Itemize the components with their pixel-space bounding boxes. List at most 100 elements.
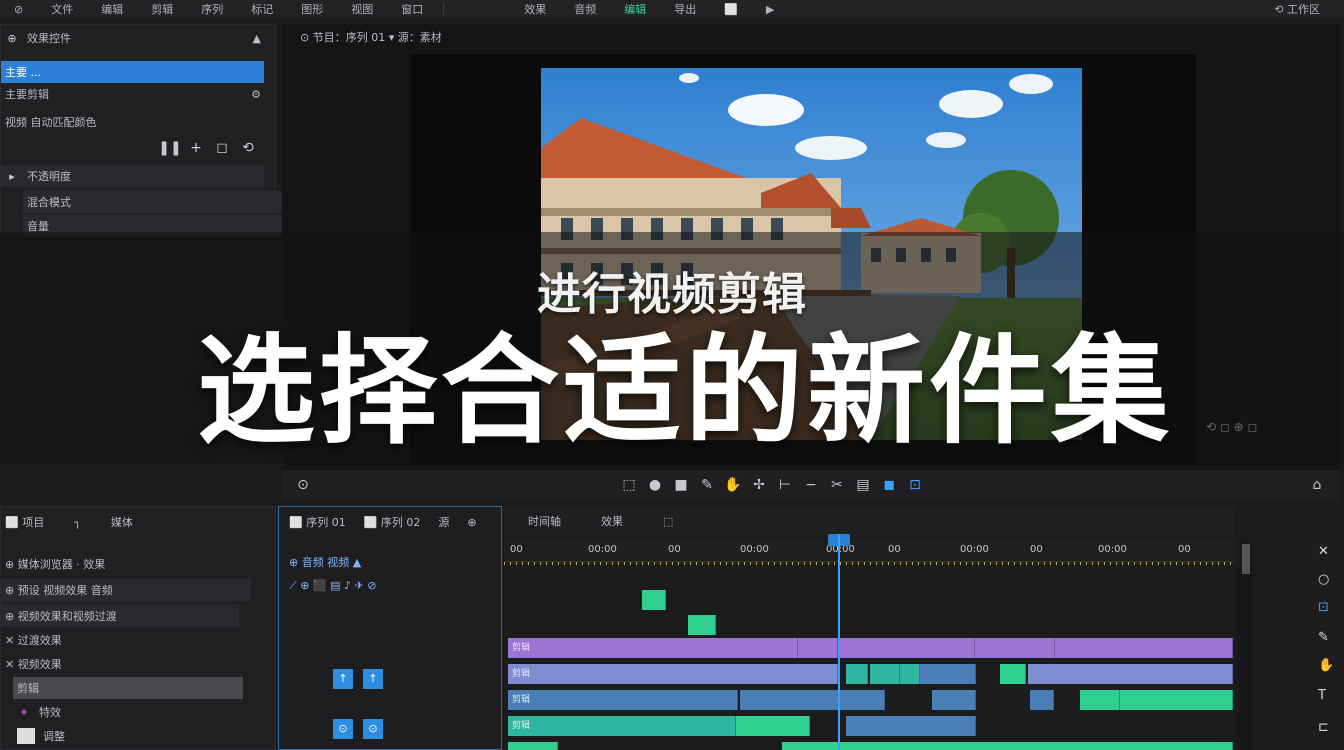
menu-item[interactable]: 图形 (287, 1, 337, 17)
collapse-icon[interactable]: ▲ (253, 32, 261, 45)
clip[interactable] (1028, 664, 1233, 684)
menu-item[interactable]: 效果 (510, 1, 560, 17)
clip[interactable] (920, 664, 976, 684)
pin-icon[interactable]: ✢ (746, 477, 772, 493)
workspace-menu[interactable]: ⟲ 工作区 (1260, 1, 1334, 17)
clip[interactable] (975, 638, 1055, 658)
tab-source[interactable]: 源 (438, 514, 449, 530)
stop-icon[interactable]: ◻ (209, 140, 235, 156)
list-item[interactable]: 调整 (13, 725, 287, 747)
menu-item[interactable]: 音频 (560, 1, 610, 17)
list-item[interactable]: 剪辑 (13, 677, 243, 699)
clip[interactable] (736, 716, 810, 736)
clip[interactable] (508, 742, 558, 750)
minus-icon[interactable]: − (798, 477, 824, 493)
menu-item[interactable]: 文件 (37, 1, 87, 17)
clip[interactable] (846, 664, 868, 684)
menu-item[interactable]: 视图 (337, 1, 387, 17)
clip[interactable]: 剪辑 (508, 638, 798, 658)
hand-icon[interactable]: ✋ (720, 477, 746, 493)
track-toggle-icon[interactable]: ↑ (333, 669, 353, 689)
menu-item[interactable]: 导出 (660, 1, 710, 17)
track-tools[interactable]: ⟋ ⊕ ⬛ ▤ ♪ ✈ ⊘ (279, 575, 501, 597)
clip[interactable] (798, 638, 838, 658)
blend-row[interactable]: 混合模式 (23, 191, 286, 213)
track-toggle-icon[interactable]: ⊙ (363, 719, 383, 739)
clip[interactable] (1120, 690, 1233, 710)
crop-icon[interactable]: ⊡ (1318, 600, 1329, 615)
clip[interactable] (688, 615, 716, 635)
stop-icon[interactable]: ■ (668, 477, 694, 493)
tab-more[interactable]: ⬚ (663, 515, 673, 528)
clip[interactable] (900, 664, 920, 684)
lift-icon[interactable]: ▤ (850, 477, 876, 493)
tab-effects[interactable]: 效果 (601, 513, 623, 529)
menu-item[interactable]: ⬜ (710, 3, 752, 16)
circle-icon[interactable]: ○ (1318, 572, 1329, 587)
opacity-row[interactable]: ▸ 不透明度 (1, 165, 264, 187)
menu-item[interactable]: 序列 (187, 1, 237, 17)
home-icon[interactable]: ⌂ (1304, 477, 1330, 493)
project-row[interactable]: ⊕ 视频效果和视频过渡 (1, 605, 239, 627)
pen-icon[interactable]: ✎ (1318, 630, 1329, 645)
tab-sequence[interactable]: ⬜ 序列 01 (289, 514, 346, 530)
time-ruler[interactable]: 00 00:00 00 00:00 00:00 00 00:00 00 00:0… (504, 538, 1234, 562)
tool-icon[interactable]: ✎ (694, 477, 720, 493)
camera-icon[interactable]: ◼ (876, 477, 902, 493)
timeline-scrollbar[interactable] (1238, 538, 1254, 750)
scroll-thumb[interactable] (1242, 544, 1250, 574)
menu-item[interactable]: ⊘ (0, 3, 37, 16)
menu-item-edit[interactable]: 编辑 (610, 1, 660, 17)
settings-icon[interactable]: ⚙ (251, 88, 261, 101)
step-icon[interactable]: ⊢ (772, 477, 798, 493)
bookmark-icon[interactable]: ⊏ (1318, 720, 1329, 735)
menu-item[interactable]: 窗口 (387, 1, 437, 17)
tab-media[interactable]: 媒体 (111, 514, 133, 530)
reset-icon[interactable]: ⟲ (235, 140, 261, 156)
effect-row[interactable]: 主要剪辑 ⚙ (1, 83, 275, 105)
clip[interactable] (782, 742, 1233, 750)
export-frame-icon[interactable]: ⊙ (290, 477, 316, 493)
safe-margin-icon[interactable]: ⊡ (902, 477, 928, 493)
text-icon[interactable]: T (1318, 688, 1326, 703)
clip[interactable] (932, 690, 976, 710)
menu-item[interactable]: 剪辑 (137, 1, 187, 17)
clip[interactable] (846, 716, 976, 736)
clip[interactable]: 剪辑 (508, 716, 736, 736)
tab-add[interactable]: ⊕ (467, 516, 476, 529)
project-row[interactable]: ✕ 过渡效果 (1, 629, 275, 651)
pause-icon[interactable]: ❚❚ (157, 140, 183, 156)
project-row[interactable]: ✕ 视频效果 (1, 653, 275, 675)
monitor-header[interactable]: ⊙ 节目：序列 01 ▾ 源：素材 (296, 26, 1344, 48)
playhead[interactable] (838, 534, 840, 750)
clip[interactable]: 剪辑 (508, 690, 738, 710)
tab-sequence[interactable]: ⬜ 序列 02 (364, 514, 421, 530)
clip[interactable]: 剪辑 (508, 664, 838, 684)
clip[interactable] (1055, 638, 1233, 658)
clip[interactable] (840, 638, 975, 658)
track-toggle-icon[interactable]: ⊙ (333, 719, 353, 739)
clip[interactable] (740, 690, 885, 710)
track-toggle-icon[interactable]: ↑ (363, 669, 383, 689)
tab-project[interactable]: ⬜ 项目 (5, 514, 44, 530)
clip[interactable] (1080, 690, 1120, 710)
list-item[interactable]: ✦ 特效 (13, 701, 287, 723)
add-icon[interactable]: + (183, 140, 209, 156)
track-tools[interactable]: ⊕ 音频 视频 ▲ (279, 551, 501, 573)
clip[interactable] (642, 590, 666, 610)
effect-row-selected[interactable]: 主要 ... (1, 61, 264, 83)
project-row[interactable]: ⊕ 媒体浏览器 · 效果 (1, 553, 275, 575)
clip[interactable] (1030, 690, 1054, 710)
clip[interactable] (1000, 664, 1026, 684)
menu-item[interactable]: 编辑 (87, 1, 137, 17)
clip[interactable] (870, 664, 900, 684)
record-icon[interactable]: ● (642, 477, 668, 493)
project-row[interactable]: ⊕ 预设 视频效果 音频 (1, 579, 251, 601)
selection-icon[interactable]: ✕ (1318, 544, 1329, 559)
effect-row[interactable]: 视频 自动匹配颜色 (1, 111, 275, 133)
hand-icon[interactable]: ✋ (1318, 658, 1334, 673)
mark-in-icon[interactable]: ⬚ (616, 477, 642, 493)
tab-divider[interactable]: ┐ (74, 516, 81, 529)
play-icon[interactable]: ▶ (752, 3, 788, 16)
trim-icon[interactable]: ✂ (824, 477, 850, 493)
